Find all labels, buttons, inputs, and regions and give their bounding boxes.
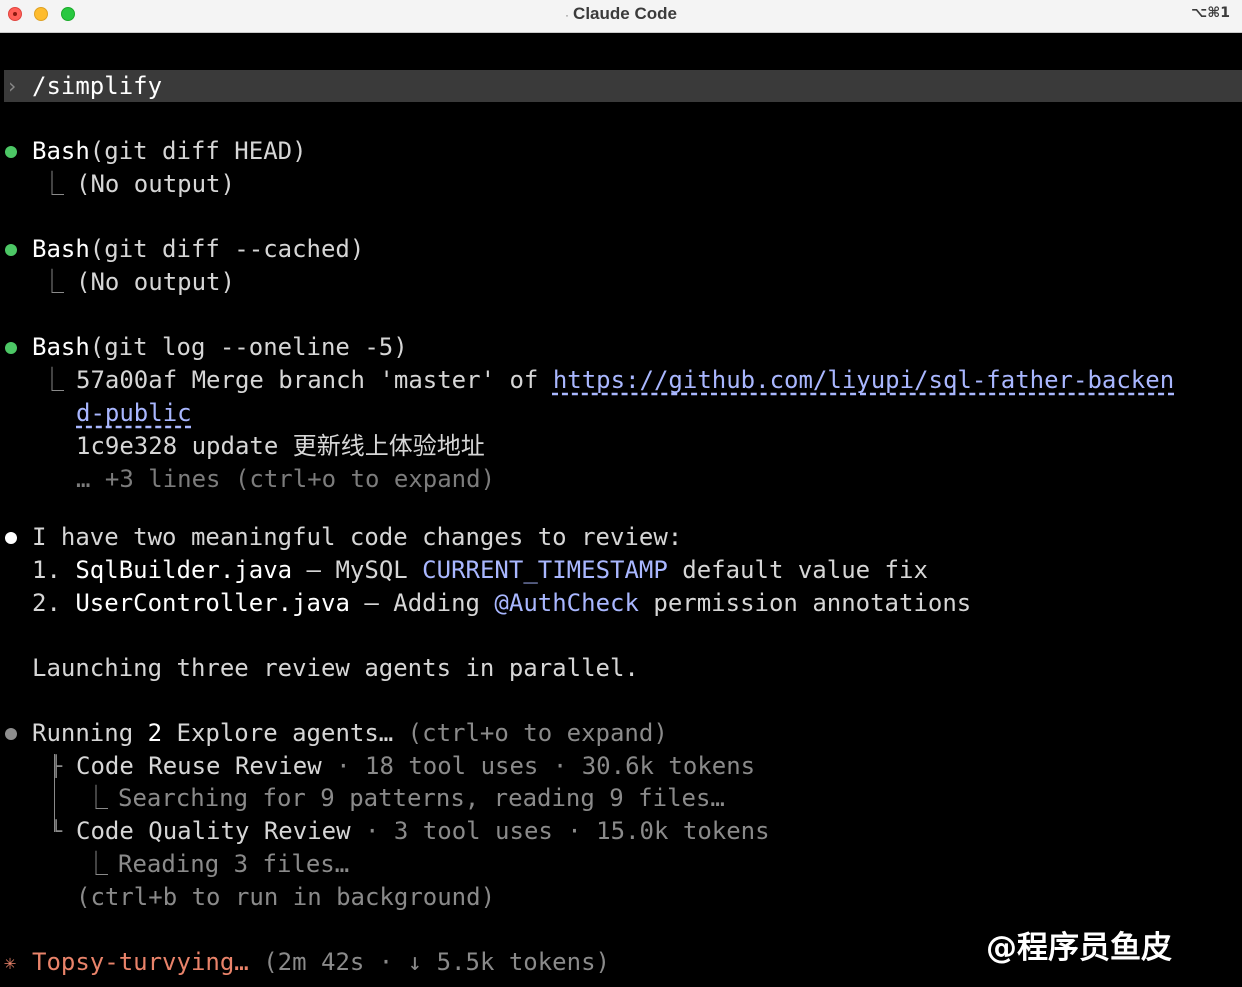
status-line: Topsy-turvying… (2m 42s · ↓ 5.5k tokens) [32, 948, 610, 976]
prompt-chevron-icon: › [6, 74, 19, 98]
agent-status: Searching for 9 patterns, reading 9 file… [118, 784, 725, 812]
assistant-dot-icon [5, 532, 17, 544]
tree-branch-icon: ├ [50, 754, 63, 778]
prompt-command: /simplify [32, 72, 163, 100]
tree-connector-icon: ⎿ [40, 170, 64, 198]
repo-link[interactable]: https://github.com/liyupi/sql-father-bac… [553, 366, 1174, 394]
git-log-line-1: 57a00af Merge branch 'master' of https:/… [76, 366, 1175, 394]
repo-link-continuation[interactable]: d-public [76, 397, 192, 429]
window-title: · Claude Code [565, 4, 677, 23]
spinner-icon: ✳ [4, 950, 17, 974]
tree-end-icon: └ [50, 819, 63, 843]
agent-status: Reading 3 files… [118, 850, 350, 878]
success-dot-icon [5, 244, 17, 256]
prompt-echo-bar [4, 70, 1242, 102]
tool-output-2: (No output) [76, 268, 235, 296]
tool-output-1: (No output) [76, 170, 235, 198]
tree-connector-icon: ⎿ [40, 268, 64, 296]
success-dot-icon [5, 342, 17, 354]
message-intro: I have two meaningful code changes to re… [32, 523, 683, 551]
tree-connector-icon: ⎿ [84, 784, 108, 812]
tool-call-3: Bash(git log --oneline -5) [32, 333, 408, 361]
expand-hint[interactable]: … +3 lines (ctrl+o to expand) [76, 463, 495, 495]
tool-call-2: Bash(git diff --cached) [32, 235, 365, 263]
agent-row: Code Quality Review · 3 tool uses · 15.0… [76, 817, 770, 845]
message-launch: Launching three review agents in paralle… [32, 654, 639, 682]
tree-connector-icon: ⎿ [84, 850, 108, 878]
tree-connector-icon: ⎿ [40, 366, 64, 394]
list-item: 1. SqlBuilder.java – MySQL CURRENT_TIMES… [32, 556, 928, 584]
tool-call-1: Bash(git diff HEAD) [32, 137, 307, 165]
background-hint[interactable]: (ctrl+b to run in background) [76, 881, 495, 913]
watermark: @程序员鱼皮 [986, 930, 1172, 966]
window-shortcut: ⌥⌘1 [1191, 5, 1230, 21]
window-titlebar: · Claude Code ⌥⌘1 [0, 0, 1242, 33]
agent-row: Code Reuse Review · 18 tool uses · 30.6k… [76, 752, 756, 780]
git-log-line-2: 1c9e328 update 更新线上体验地址 [76, 432, 485, 460]
running-dot-icon [5, 728, 17, 740]
agents-header: Running 2 Explore agents… (ctrl+o to exp… [32, 719, 668, 747]
list-item: 2. UserController.java – Adding @AuthChe… [32, 589, 972, 617]
success-dot-icon [5, 146, 17, 158]
